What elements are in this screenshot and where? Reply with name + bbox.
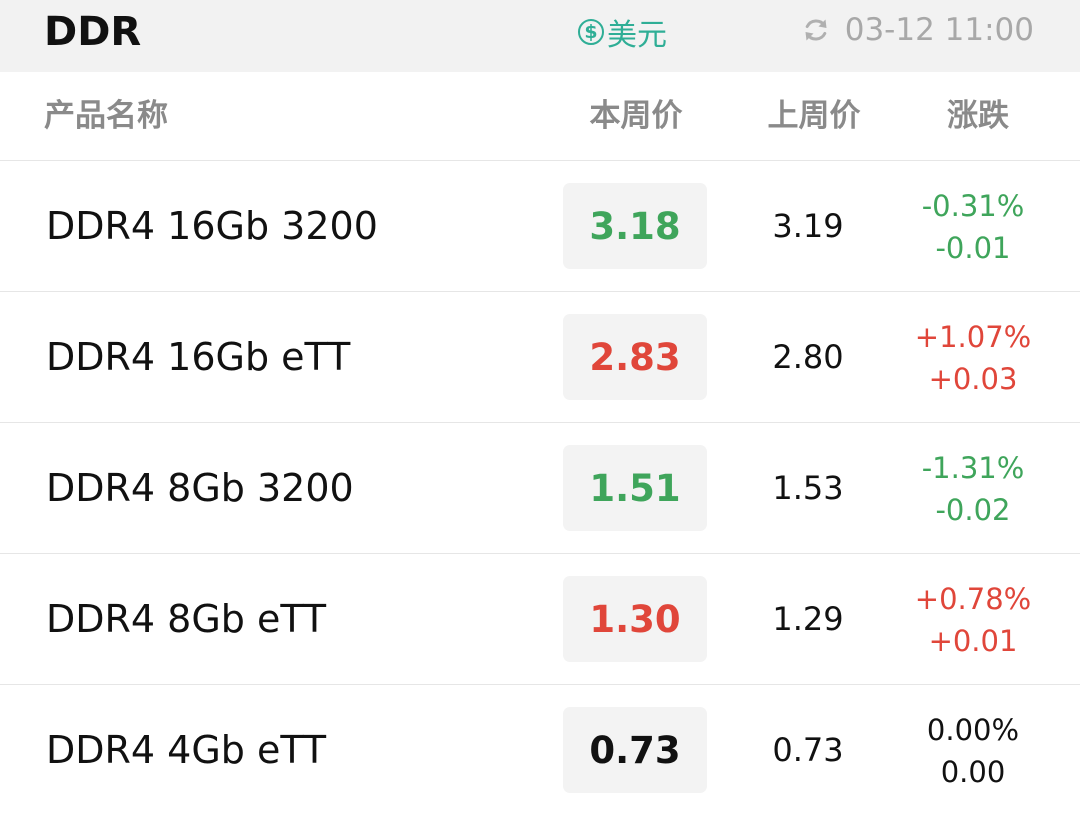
table-row[interactable]: DDR4 16Gb 3200 3.18 3.19 -0.31% -0.01: [0, 161, 1080, 292]
change-percent: 0.00%: [926, 713, 1020, 747]
this-week-price: 1.30: [563, 576, 707, 662]
price-change: 0.00% 0.00: [898, 709, 1048, 793]
product-name: DDR4 16Gb 3200: [46, 204, 378, 248]
currency-toggle[interactable]: $ 美元: [578, 12, 667, 53]
this-week-price: 3.18: [563, 183, 707, 269]
change-percent: -1.31%: [921, 451, 1025, 485]
table-row[interactable]: DDR4 8Gb 3200 1.51 1.53 -1.31% -0.02: [0, 423, 1080, 554]
currency-label: 美元: [607, 18, 667, 53]
dollar-icon: $: [578, 19, 604, 45]
product-name: DDR4 8Gb eTT: [46, 597, 327, 641]
this-week-price: 2.83: [563, 314, 707, 400]
product-name: DDR4 4Gb eTT: [46, 728, 327, 772]
table-row[interactable]: DDR4 16Gb eTT 2.83 2.80 +1.07% +0.03: [0, 292, 1080, 423]
price-change: -1.31% -0.02: [898, 447, 1048, 531]
price-change: +0.78% +0.01: [898, 578, 1048, 662]
column-header-this-week[interactable]: 本周价: [574, 96, 698, 136]
page-title: DDR: [44, 9, 142, 55]
price-change: +1.07% +0.03: [898, 316, 1048, 400]
table-row[interactable]: DDR4 4Gb eTT 0.73 0.73 0.00% 0.00: [0, 685, 1080, 815]
top-bar: DDR $ 美元 03-12 11:00: [0, 0, 1080, 72]
change-amount: +0.03: [928, 362, 1018, 396]
column-header-last-week[interactable]: 上周价: [752, 96, 876, 136]
product-name: DDR4 16Gb eTT: [46, 335, 351, 379]
table-header: 产品名称 本周价 上周价 涨跌: [0, 72, 1080, 161]
update-time: 03-12 11:00: [844, 12, 1034, 48]
change-amount: -0.02: [935, 493, 1011, 527]
column-header-name[interactable]: 产品名称: [44, 96, 168, 136]
this-week-price: 1.51: [563, 445, 707, 531]
change-percent: +1.07%: [914, 320, 1032, 354]
table-row[interactable]: DDR4 8Gb eTT 1.30 1.29 +0.78% +0.01: [0, 554, 1080, 685]
last-week-price: 1.53: [772, 469, 844, 507]
last-week-price: 1.29: [772, 600, 844, 638]
last-week-price: 2.80: [772, 338, 844, 376]
change-amount: +0.01: [928, 624, 1018, 658]
change-amount: -0.01: [935, 231, 1011, 265]
change-amount: 0.00: [940, 755, 1006, 789]
update-status[interactable]: 03-12 11:00: [801, 10, 1034, 50]
price-change: -0.31% -0.01: [898, 185, 1048, 269]
this-week-price: 0.73: [563, 707, 707, 793]
product-name: DDR4 8Gb 3200: [46, 466, 354, 510]
refresh-icon[interactable]: [801, 15, 831, 45]
last-week-price: 0.73: [772, 731, 844, 769]
last-week-price: 3.19: [772, 207, 844, 245]
column-header-change[interactable]: 涨跌: [918, 96, 1038, 136]
change-percent: -0.31%: [921, 189, 1025, 223]
change-percent: +0.78%: [914, 582, 1032, 616]
